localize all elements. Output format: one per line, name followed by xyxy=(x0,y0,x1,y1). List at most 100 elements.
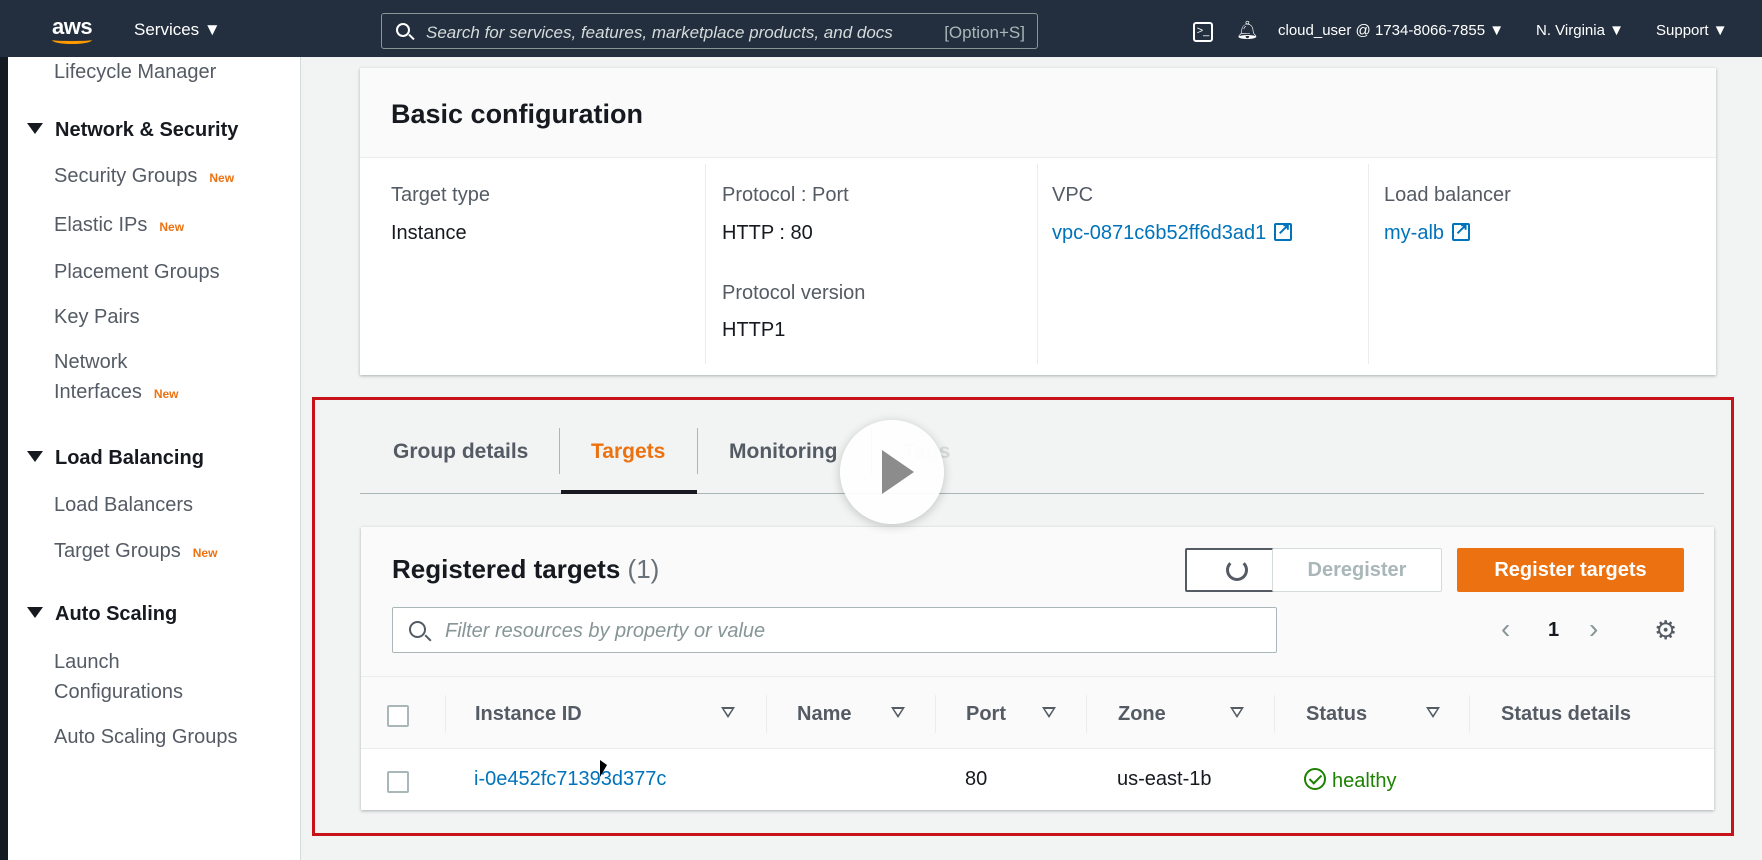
column-divider xyxy=(1469,695,1470,733)
chevron-right-icon[interactable]: › xyxy=(1589,613,1598,645)
column-divider xyxy=(1086,695,1087,733)
panel-title: Basic configuration xyxy=(391,99,644,129)
tab-monitoring[interactable]: Monitoring xyxy=(729,440,837,464)
sidebar-item-label: Target Groups xyxy=(54,540,181,562)
chevron-left-icon[interactable]: ‹ xyxy=(1501,613,1510,645)
services-menu[interactable]: Services ▼ xyxy=(134,20,221,40)
new-badge: New xyxy=(153,387,179,401)
sidebar-item-target-groups[interactable]: Target Groups New xyxy=(54,536,217,568)
basic-configuration-panel: Basic configuration Target type Instance… xyxy=(360,68,1716,375)
column-header-port[interactable]: Port xyxy=(966,703,1006,726)
deregister-button[interactable]: Deregister xyxy=(1272,548,1442,592)
load-balancer-link-text: my-alb xyxy=(1384,222,1445,244)
column-divider xyxy=(1274,695,1275,733)
caret-down-icon xyxy=(27,123,43,134)
cloudshell-icon[interactable]: >_ xyxy=(1193,22,1213,42)
sidebar-section-label: Network & Security xyxy=(55,119,239,141)
sort-icon[interactable] xyxy=(721,707,735,718)
sidebar-item-label: Network xyxy=(54,351,128,373)
column-divider xyxy=(1368,164,1369,364)
sidebar-item-auto-scaling-groups[interactable]: Auto Scaling Groups xyxy=(54,722,237,752)
new-badge: New xyxy=(192,546,218,560)
registered-targets-heading: Registered targets (1) xyxy=(392,554,659,585)
play-button-icon[interactable] xyxy=(840,420,944,524)
sidebar-section-load-balancing[interactable]: Load Balancing xyxy=(27,447,204,470)
account-menu[interactable]: cloud_user @ 1734-8066-7855 ▼ xyxy=(1278,22,1504,39)
column-divider xyxy=(705,164,706,364)
row-checkbox[interactable] xyxy=(387,771,409,793)
tab-targets[interactable]: Targets xyxy=(591,440,665,464)
region-menu[interactable]: N. Virginia ▼ xyxy=(1536,22,1624,39)
port-cell: 80 xyxy=(965,768,988,790)
column-divider xyxy=(935,695,936,733)
sidebar-item-lifecycle-manager[interactable]: Lifecycle Manager xyxy=(54,57,216,87)
column-header-status[interactable]: Status xyxy=(1306,703,1367,726)
sidebar-item-security-groups[interactable]: Security Groups New xyxy=(54,161,234,193)
protocol-version-label: Protocol version xyxy=(722,282,866,304)
top-navigation: aws Services ▼ Search for services, feat… xyxy=(0,0,1762,57)
sidebar-item-elastic-ips[interactable]: Elastic IPs New xyxy=(54,210,184,242)
tab-group-details[interactable]: Group details xyxy=(393,440,528,464)
protocol-version-value: HTTP1 xyxy=(722,319,786,341)
side-navigation: Lifecycle Manager Network & Security Sec… xyxy=(0,57,301,860)
column-divider xyxy=(1037,164,1038,364)
new-badge: New xyxy=(209,171,235,185)
active-tab-indicator xyxy=(561,490,697,494)
column-divider xyxy=(766,695,767,733)
instance-id-link[interactable]: i-0e452fc71393d377c xyxy=(474,768,666,791)
tab-divider xyxy=(559,428,560,474)
load-balancer-link[interactable]: my-alb xyxy=(1384,219,1471,245)
sidebar-item-label: Configurations xyxy=(54,681,183,703)
sidebar-section-auto-scaling[interactable]: Auto Scaling xyxy=(27,603,177,626)
sort-icon[interactable] xyxy=(1426,707,1440,718)
sidebar-section-label: Load Balancing xyxy=(55,447,204,469)
sidebar-item-network-interfaces[interactable]: Network Interfaces New xyxy=(54,347,179,409)
notifications-icon[interactable]: 🔔︎ xyxy=(1236,20,1259,41)
column-header-zone[interactable]: Zone xyxy=(1118,703,1166,726)
protocol-port-label: Protocol : Port xyxy=(722,184,849,206)
sidebar-item-launch-configurations[interactable]: Launch Configurations xyxy=(54,647,183,707)
support-menu[interactable]: Support ▼ xyxy=(1656,22,1728,39)
check-circle-icon xyxy=(1304,768,1326,790)
filter-placeholder: Filter resources by property or value xyxy=(445,620,766,642)
sort-icon[interactable] xyxy=(891,707,905,718)
aws-logo[interactable]: aws xyxy=(52,14,93,44)
sort-icon[interactable] xyxy=(1042,707,1056,718)
search-shortcut-hint: [Option+S] xyxy=(944,23,1025,42)
target-type-label: Target type xyxy=(391,184,490,206)
vpc-link[interactable]: vpc-0871c6b52ff6d3ad1 xyxy=(1052,219,1293,245)
refresh-icon xyxy=(1226,559,1248,581)
tab-divider xyxy=(697,428,698,474)
status-cell: healthy xyxy=(1304,768,1397,793)
sidebar-item-label: Launch xyxy=(54,651,120,673)
sidebar-section-label: Auto Scaling xyxy=(55,603,178,625)
sidebar-item-load-balancers[interactable]: Load Balancers xyxy=(54,490,193,520)
zone-cell: us-east-1b xyxy=(1117,768,1212,790)
select-all-checkbox[interactable] xyxy=(387,705,409,727)
column-header-status-details[interactable]: Status details xyxy=(1501,703,1631,726)
filter-input[interactable]: Filter resources by property or value xyxy=(392,607,1277,653)
sidebar-item-label: Interfaces xyxy=(54,381,142,403)
registered-targets-container: Registered targets (1) Deregister Regist… xyxy=(361,527,1714,810)
column-header-instance-id[interactable]: Instance ID xyxy=(475,703,582,726)
target-count: (1) xyxy=(627,554,660,584)
sidebar-item-placement-groups[interactable]: Placement Groups xyxy=(54,257,220,287)
caret-down-icon xyxy=(27,451,43,462)
sidebar-item-key-pairs[interactable]: Key Pairs xyxy=(54,302,140,332)
new-badge: New xyxy=(159,220,185,234)
protocol-port-value: HTTP : 80 xyxy=(722,222,813,244)
page-number[interactable]: 1 xyxy=(1548,619,1559,642)
tab-bar: Group details Targets Monitoring Tags xyxy=(360,424,1704,494)
global-search-placeholder: Search for services, features, marketpla… xyxy=(426,23,893,42)
column-header-name[interactable]: Name xyxy=(797,703,851,726)
register-targets-button[interactable]: Register targets xyxy=(1457,548,1684,592)
external-link-icon xyxy=(1274,219,1293,241)
status-text: healthy xyxy=(1332,770,1397,792)
global-search-input[interactable]: Search for services, features, marketpla… xyxy=(381,13,1038,49)
search-icon xyxy=(396,23,410,37)
gear-icon[interactable]: ⚙ xyxy=(1654,617,1677,643)
sidebar-section-network-security[interactable]: Network & Security xyxy=(27,119,238,142)
sort-icon[interactable] xyxy=(1230,707,1244,718)
sidebar-edge xyxy=(0,57,8,860)
target-type-value: Instance xyxy=(391,222,467,244)
